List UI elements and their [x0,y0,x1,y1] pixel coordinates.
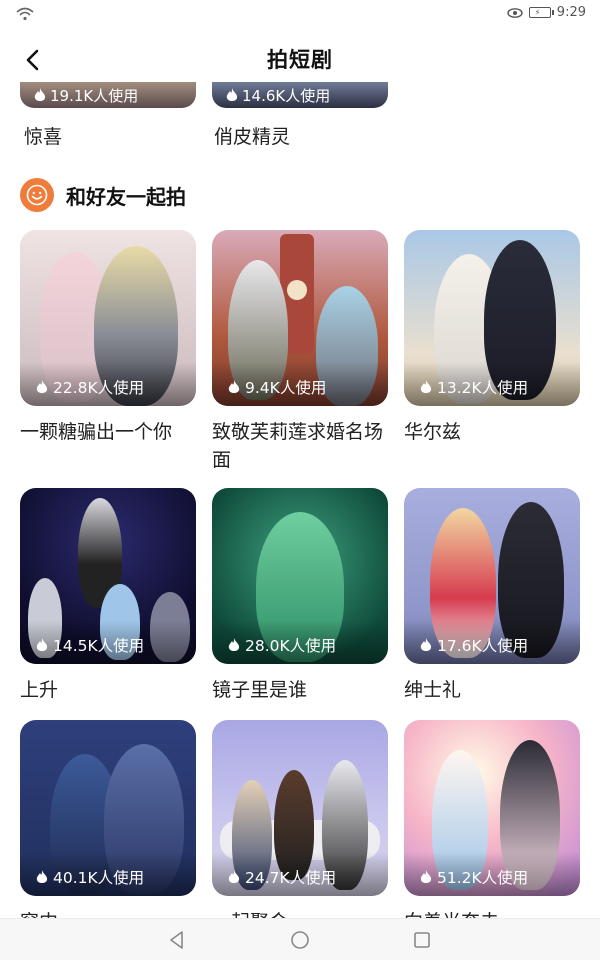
wifi-icon [16,7,34,21]
flame-icon [228,869,240,883]
template-card[interactable]: 28.0K人使用 镜子里是谁 [212,488,388,704]
template-card[interactable]: 17.6K人使用 绅士礼 [404,488,580,704]
template-title: 一起聚会 [212,908,388,918]
template-thumbnail: 17.6K人使用 [404,488,580,664]
usage-count: 9.4K人使用 [245,379,327,397]
template-thumbnail: 22.8K人使用 [20,230,196,406]
usage-count: 19.1K人使用 [50,87,139,105]
template-thumbnail: 40.1K人使用 [20,720,196,896]
flame-icon [420,379,432,393]
template-title: 向着光奔去 [404,908,580,918]
template-title: 一颗糖骗出一个你 [20,421,173,443]
template-card-thumb[interactable]: 14.6K人使用 [212,82,388,108]
template-title: 致敬芙莉莲求婚名场面 [212,421,384,471]
usage-count: 17.6K人使用 [437,637,529,655]
template-card[interactable]: 14.5K人使用 上升 [20,488,196,704]
status-time: 9:29 [556,5,586,20]
flame-icon [420,637,432,651]
home-circle-icon[interactable] [289,929,311,951]
flame-icon [36,869,48,883]
battery-icon: ⚡ [528,7,554,18]
usage-count: 40.1K人使用 [53,869,145,887]
template-title: 绅士礼 [404,679,462,701]
header: 拍短剧 [0,38,600,82]
flame-icon [228,637,240,651]
content-scroll[interactable]: 19.1K人使用 惊喜 14.6K人使用 俏皮精灵 和好友一起拍 22.8K人使… [0,82,600,918]
usage-count: 28.0K人使用 [245,637,337,655]
system-nav-bar [0,918,600,960]
template-title: 窗内 [20,908,196,918]
template-thumbnail: 14.5K人使用 [20,488,196,664]
template-title[interactable]: 惊喜 [24,122,62,149]
template-thumbnail: 28.0K人使用 [212,488,388,664]
usage-count: 24.7K人使用 [245,869,337,887]
usage-count: 14.6K人使用 [242,87,331,105]
back-triangle-icon[interactable] [166,929,188,951]
template-thumbnail: 24.7K人使用 [212,720,388,896]
template-card[interactable]: 51.2K人使用 向着光奔去 [404,720,580,918]
template-card[interactable]: 13.2K人使用 华尔兹 [404,230,580,446]
usage-count: 13.2K人使用 [437,379,529,397]
template-thumbnail: 9.4K人使用 [212,230,388,406]
eye-comfort-icon [507,7,523,18]
flame-icon [36,379,48,393]
template-title: 上升 [20,679,59,701]
template-card[interactable]: 40.1K人使用 窗内 [20,720,196,918]
template-thumbnail: 51.2K人使用 [404,720,580,896]
status-bar: ⚡ 9:29 [0,0,600,28]
section-title: 和好友一起拍 [66,184,186,209]
template-thumbnail: 13.2K人使用 [404,230,580,406]
page-title: 拍短剧 [267,48,333,72]
template-card[interactable]: 24.7K人使用 一起聚会 [212,720,388,918]
template-title: 华尔兹 [404,421,462,443]
section-header: 和好友一起拍 [20,178,186,212]
template-card-thumb[interactable]: 19.1K人使用 [20,82,196,108]
usage-count: 14.5K人使用 [53,637,145,655]
template-card[interactable]: 22.8K人使用 一颗糖骗出一个你 [20,230,196,446]
flame-icon [36,637,48,651]
flame-icon [226,88,238,101]
template-card[interactable]: 9.4K人使用 致敬芙莉莲求婚名场面 [212,230,388,474]
flame-icon [420,869,432,883]
smiley-icon [20,178,54,212]
flame-icon [228,379,240,393]
usage-count: 51.2K人使用 [437,869,529,887]
recents-square-icon[interactable] [411,929,433,951]
template-title[interactable]: 俏皮精灵 [214,122,290,149]
usage-count: 22.8K人使用 [53,379,145,397]
template-title: 镜子里是谁 [212,679,308,701]
flame-icon [34,88,46,101]
